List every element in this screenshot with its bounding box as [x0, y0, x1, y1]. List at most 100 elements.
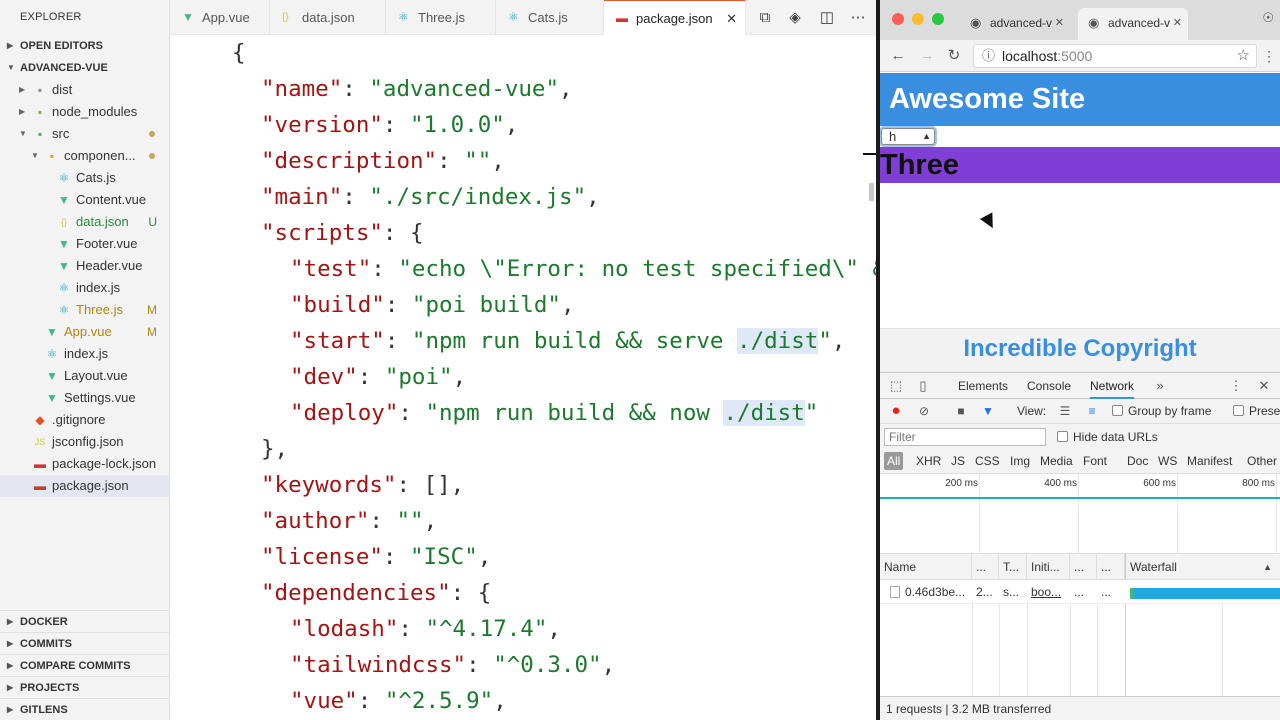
filter-type-font[interactable]: Font	[1080, 452, 1110, 470]
split-editor-icon[interactable]: ◫	[815, 0, 839, 35]
more-tabs-icon[interactable]: »	[1151, 373, 1169, 399]
tree-item[interactable]: ▼ Header.vue	[0, 255, 169, 277]
tab-network[interactable]: Network	[1090, 373, 1135, 399]
code-editor[interactable]: {"name": "advanced-vue", "version": "1.0.…	[170, 35, 878, 720]
tree-item[interactable]: ⚛ Three.js M	[0, 299, 169, 321]
punctuation: :	[384, 292, 412, 318]
json-key: "scripts"	[261, 220, 383, 246]
device-toolbar-icon[interactable]: ▯	[914, 373, 932, 399]
filter-funnel-icon[interactable]: ▼	[980, 399, 996, 423]
close-tab-icon[interactable]: ✕	[1055, 8, 1064, 38]
sidebar-section-docker[interactable]: ▶ DOCKER	[0, 610, 169, 632]
tree-item[interactable]: JS jsconfig.json	[0, 431, 169, 453]
editor-tab-cats-js[interactable]: ⚛ Cats.js	[496, 0, 604, 35]
tree-item[interactable]: ▶ ▪ node_modules	[0, 101, 169, 123]
more-actions-icon[interactable]: ⋯	[846, 0, 870, 35]
close-window-button[interactable]	[892, 13, 904, 25]
sidebar-section-projects[interactable]: ▶ PROJECTS	[0, 676, 169, 698]
git-compare-icon[interactable]: ◈	[783, 0, 807, 35]
editor-tab-data-json[interactable]: {} data.json	[270, 0, 386, 35]
tree-item[interactable]: ▼ Footer.vue	[0, 233, 169, 255]
column-initiator[interactable]: Initi...	[1027, 554, 1070, 580]
inspect-element-icon[interactable]: ⬚	[887, 373, 905, 399]
preserve-log-checkbox[interactable]: Prese	[1233, 399, 1280, 423]
info-icon[interactable]: ⓘ	[982, 45, 995, 67]
tree-item[interactable]: ▬ package.json	[0, 475, 169, 497]
list-view-icon[interactable]: ☰	[1057, 399, 1073, 423]
minimize-window-button[interactable]	[912, 13, 924, 25]
filter-type-css[interactable]: CSS	[972, 452, 1003, 470]
tree-item[interactable]: {} data.json U	[0, 211, 169, 233]
filter-type-ws[interactable]: WS	[1155, 452, 1180, 470]
group-by-frame-checkbox[interactable]: Group by frame	[1112, 399, 1211, 423]
devtools-menu-icon[interactable]: ⋮	[1227, 373, 1245, 399]
tree-item[interactable]: ▼ Layout.vue	[0, 365, 169, 387]
filter-type-js[interactable]: JS	[948, 452, 968, 470]
hide-data-urls-checkbox[interactable]: Hide data URLs	[1057, 425, 1158, 449]
chevron-right-icon[interactable]: ▶	[19, 79, 25, 101]
close-devtools-icon[interactable]: ✕	[1255, 373, 1273, 399]
open-changes-icon[interactable]: ⧉	[753, 0, 777, 35]
close-tab-icon[interactable]: ✕	[726, 1, 737, 36]
close-tab-icon[interactable]: ✕	[1173, 8, 1182, 38]
tree-item[interactable]: ▼ Content.vue	[0, 189, 169, 211]
code-line: "tailwindcss": "^0.3.0",	[290, 647, 615, 683]
sidebar-section-gitlens[interactable]: ▶ GITLENS	[0, 698, 169, 720]
column-waterfall[interactable]: Waterfall	[1125, 554, 1280, 580]
waterfall-view-icon[interactable]: ≡	[1084, 399, 1100, 423]
filter-input[interactable]	[884, 428, 1046, 446]
filter-type-all[interactable]: All	[884, 452, 904, 470]
browser-tab-1[interactable]: ◉ advanced-v ✕	[960, 8, 1070, 40]
record-icon[interactable]: ●	[888, 399, 904, 423]
tab-console[interactable]: Console	[1027, 373, 1071, 399]
bookmark-star-icon[interactable]: ☆	[1237, 45, 1250, 67]
column-type[interactable]: T...	[999, 554, 1027, 580]
chevron-down-icon[interactable]: ▼	[19, 123, 27, 145]
back-button[interactable]: ←	[887, 40, 909, 72]
chevron-right-icon[interactable]: ▶	[19, 101, 25, 123]
tree-item-label: Settings.vue	[64, 390, 136, 405]
component-select[interactable]: h ▲	[881, 128, 935, 145]
open-editors-section[interactable]: ▶ OPEN EDITORS	[0, 35, 169, 57]
tree-item[interactable]: ▬ package-lock.json	[0, 453, 169, 475]
editor-tab-three-js[interactable]: ⚛ Three.js	[386, 0, 496, 35]
tree-item[interactable]: ▼ ▪ src	[0, 123, 169, 145]
tree-item[interactable]: ▼ Settings.vue	[0, 387, 169, 409]
tree-item[interactable]: ▼ App.vue M	[0, 321, 169, 343]
tab-elements[interactable]: Elements	[958, 373, 1008, 399]
column-status[interactable]: ...	[972, 554, 999, 580]
maximize-window-button[interactable]	[932, 13, 944, 25]
tree-item[interactable]: ⚛ index.js	[0, 277, 169, 299]
address-bar[interactable]: ⓘ localhost:5000 ☆	[973, 44, 1257, 68]
tree-item[interactable]: ⚛ Cats.js	[0, 167, 169, 189]
forward-button[interactable]: →	[916, 40, 938, 72]
filter-type-media[interactable]: Media	[1037, 452, 1076, 470]
column-name[interactable]: Name	[880, 554, 972, 580]
filter-type-xhr[interactable]: XHR	[913, 452, 944, 470]
filter-type-manifest[interactable]: Manifest	[1184, 452, 1235, 470]
editor-tab-app-vue[interactable]: ▼ App.vue	[170, 0, 270, 35]
chevron-right-icon: ▶	[7, 683, 14, 692]
filter-type-other[interactable]: Other	[1244, 452, 1280, 470]
filter-type-doc[interactable]: Doc	[1124, 452, 1151, 470]
sidebar-section-compare-commits[interactable]: ▶ COMPARE COMMITS	[0, 654, 169, 676]
project-section[interactable]: ▼ ADVANCED-VUE	[0, 57, 169, 79]
editor-tab-package-json[interactable]: ▬ package.json ✕	[604, 0, 746, 35]
filter-type-img[interactable]: Img	[1007, 452, 1033, 470]
column-size[interactable]: ...	[1070, 554, 1097, 580]
tree-item[interactable]: ▶ ▪ dist	[0, 79, 169, 101]
tree-item[interactable]: ⚛ index.js	[0, 343, 169, 365]
reload-button[interactable]: ↻	[943, 40, 965, 72]
sidebar-section-commits[interactable]: ▶ COMMITS	[0, 632, 169, 654]
tree-item[interactable]: ▼ ▪ componen...	[0, 145, 169, 167]
column-time[interactable]: ...	[1097, 554, 1125, 580]
editor-scrollbar[interactable]	[869, 183, 874, 201]
chevron-down-icon[interactable]: ▼	[31, 145, 39, 167]
clear-icon[interactable]: ⊘	[916, 399, 932, 423]
browser-tab-2[interactable]: ◉ advanced-v ✕	[1078, 8, 1188, 40]
request-initiator-link[interactable]: boo...	[1027, 580, 1070, 604]
browser-menu-icon[interactable]: ⋮	[1262, 40, 1276, 72]
table-row[interactable]: 0.46d3be... 2... s... boo... ... ...	[880, 580, 1280, 604]
tree-item[interactable]: ◆ .gitignore	[0, 409, 169, 431]
screenshot-camera-icon[interactable]: ■	[953, 399, 969, 423]
